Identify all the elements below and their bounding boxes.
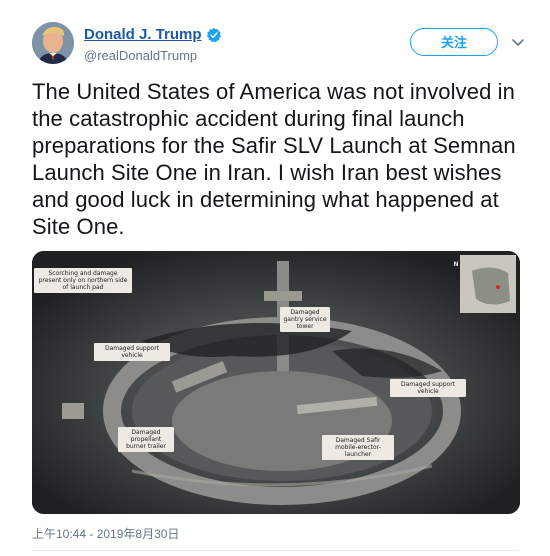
tweet-image[interactable]: Scorching and damage present only on nor… — [32, 251, 520, 514]
tweet-text: The United States of America was not inv… — [32, 79, 516, 239]
handle: @realDonaldTrump — [84, 48, 198, 63]
display-name[interactable]: Donald J. Trump — [84, 26, 202, 43]
tweet-timestamp[interactable]: 上午10:44 - 2019年8月30日 — [32, 525, 179, 542]
callout-support-vehicle-right: Damaged support vehicle — [390, 379, 466, 397]
avatar[interactable] — [32, 22, 74, 64]
chevron-down-icon[interactable] — [510, 34, 526, 50]
follow-button[interactable]: 关注 — [410, 28, 498, 56]
callout-support-vehicle-left: Damaged support vehicle — [94, 343, 170, 361]
callout-scorching: Scorching and damage present only on nor… — [34, 268, 132, 293]
callout-gantry: Damaged gantry service tower — [280, 307, 330, 332]
callout-propellant-trailer: Damaged propellant burner trailer — [118, 427, 174, 452]
tweet-header: Donald J. Trump @realDonaldTrump 关注 — [32, 18, 526, 68]
callout-safir-launcher: Damaged Safir mobile-erector-launcher — [322, 435, 394, 460]
name-block: Donald J. Trump @realDonaldTrump — [84, 26, 222, 63]
north-marker: N — [453, 261, 459, 268]
divider — [32, 550, 518, 551]
avatar-image — [32, 22, 74, 64]
verified-badge-icon — [206, 27, 221, 43]
